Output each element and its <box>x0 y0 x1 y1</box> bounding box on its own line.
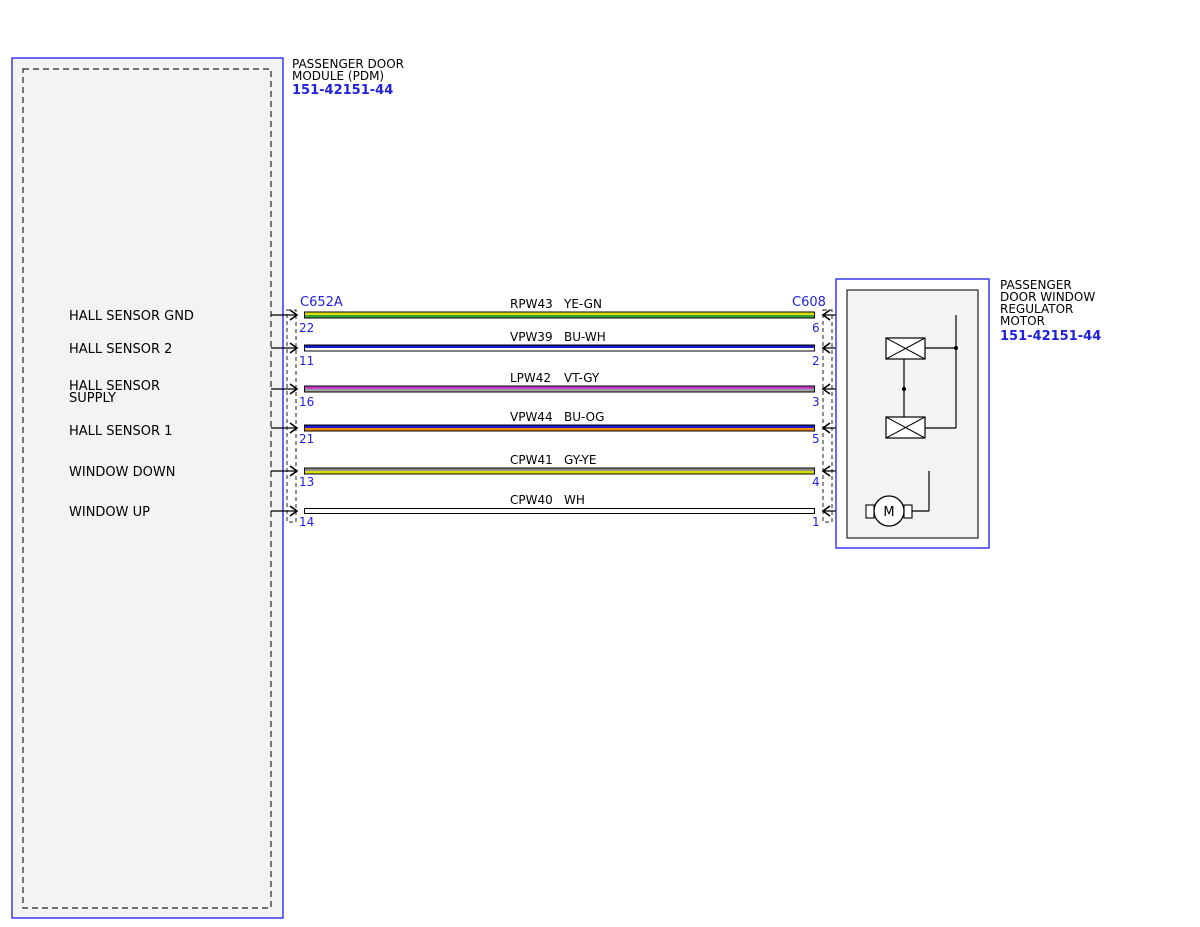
wire-color-code: BU-WH <box>564 330 606 344</box>
wire-color-code: VT-GY <box>564 371 600 385</box>
pin-number-left: 16 <box>299 395 314 409</box>
motor-inner-frame <box>846 289 979 539</box>
motor-title-block: PASSENGER DOOR WINDOW REGULATOR MOTOR 15… <box>1000 278 1101 344</box>
wiring-diagram: PASSENGER DOOR MODULE (PDM) 151-42151-44… <box>11 57 1101 919</box>
pin-number-left: 14 <box>299 515 314 529</box>
connector-c652a-outline <box>286 309 297 523</box>
circuit-labels: RPW43 YE-GN VPW39 BU-WH LPW42 VT-GY VPW4… <box>510 297 606 507</box>
circuit-id: VPW44 <box>510 410 553 424</box>
signal-label-hall-sensor-2: HALL SENSOR 2 <box>69 342 172 357</box>
circuit-id: VPW39 <box>510 330 553 344</box>
circuit-id: CPW41 <box>510 453 553 467</box>
connector-c608-label[interactable]: C608 <box>792 295 826 310</box>
pdm-outer-frame <box>11 57 284 919</box>
pdm-title-line-2: MODULE (PDM) <box>292 69 384 83</box>
window-regulator-motor: M <box>835 278 990 549</box>
motor-title-line-4: MOTOR <box>1000 314 1045 328</box>
pin-number-right: 4 <box>812 475 820 489</box>
motor-symbol-label: M <box>883 505 894 520</box>
signal-label-hall-sensor-gnd: HALL SENSOR GND <box>69 309 194 324</box>
pin-number-left: 21 <box>299 432 314 446</box>
wire-lpw42[interactable] <box>271 383 904 395</box>
wire-color-code: BU-OG <box>564 410 604 424</box>
pin-number-right: 5 <box>812 432 820 446</box>
wire-color-code: YE-GN <box>563 297 602 311</box>
pin-number-right: 3 <box>812 395 820 409</box>
signal-label-hall-sensor-1: HALL SENSOR 1 <box>69 424 172 439</box>
pdm-title-block: PASSENGER DOOR MODULE (PDM) 151-42151-44 <box>292 57 404 98</box>
pin-number-left: 11 <box>299 354 314 368</box>
pin-number-right: 6 <box>812 321 820 335</box>
wire-color-code: WH <box>564 493 585 507</box>
wire-cpw41[interactable] <box>271 465 929 477</box>
pdm-module <box>11 57 284 919</box>
pin-number-right: 2 <box>812 354 820 368</box>
motor-part-number[interactable]: 151-42151-44 <box>1000 329 1101 344</box>
pin-number-right: 1 <box>812 515 820 529</box>
connector-c608-outline <box>822 309 833 523</box>
signal-label-window-down: WINDOW DOWN <box>69 465 175 480</box>
pdm-part-number[interactable]: 151-42151-44 <box>292 83 393 98</box>
wire-vpw44[interactable] <box>271 422 886 434</box>
wire-vpw39[interactable] <box>271 342 886 354</box>
signal-label-window-up: WINDOW UP <box>69 505 150 520</box>
pin-number-left: 22 <box>299 321 314 335</box>
signal-label-hall-sensor-supply-2: SUPPLY <box>69 391 116 406</box>
pin-number-left: 13 <box>299 475 314 489</box>
circuit-id: RPW43 <box>510 297 553 311</box>
circuit-id: CPW40 <box>510 493 553 507</box>
hall-sensor-2-icon <box>885 337 926 360</box>
wire-color-code: GY-YE <box>564 453 596 467</box>
wire-cpw40[interactable] <box>271 505 866 517</box>
connector-c652a-label[interactable]: C652A <box>300 295 343 310</box>
circuit-id: LPW42 <box>510 371 551 385</box>
hall-sensor-1-icon <box>885 416 926 439</box>
